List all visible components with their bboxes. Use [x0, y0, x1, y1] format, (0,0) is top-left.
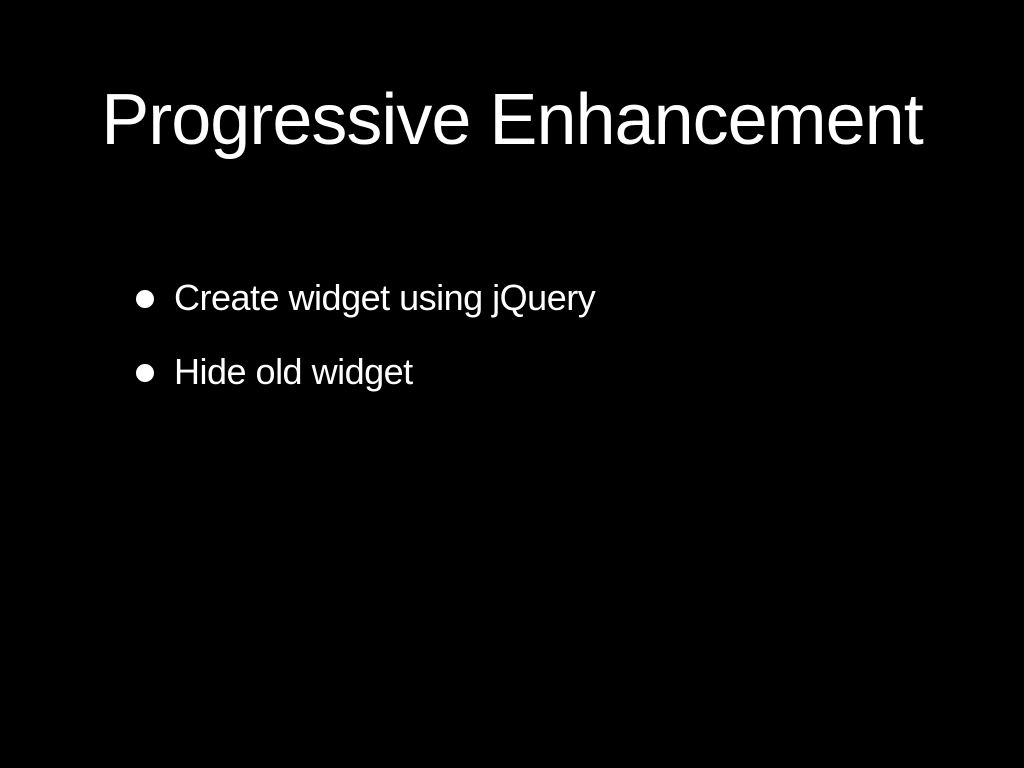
slide: Progressive Enhancement Create widget us… — [0, 0, 1024, 768]
bullet-item: Hide old widget — [132, 346, 992, 420]
bullet-dot-icon — [136, 364, 154, 382]
bullet-text: Create widget using jQuery — [174, 277, 596, 318]
bullet-text: Hide old widget — [174, 351, 413, 392]
bullet-item: Create widget using jQuery — [132, 272, 992, 346]
slide-title: Progressive Enhancement — [101, 80, 923, 160]
bullet-list: Create widget using jQuery Hide old widg… — [132, 272, 992, 420]
bullet-dot-icon — [136, 290, 154, 308]
